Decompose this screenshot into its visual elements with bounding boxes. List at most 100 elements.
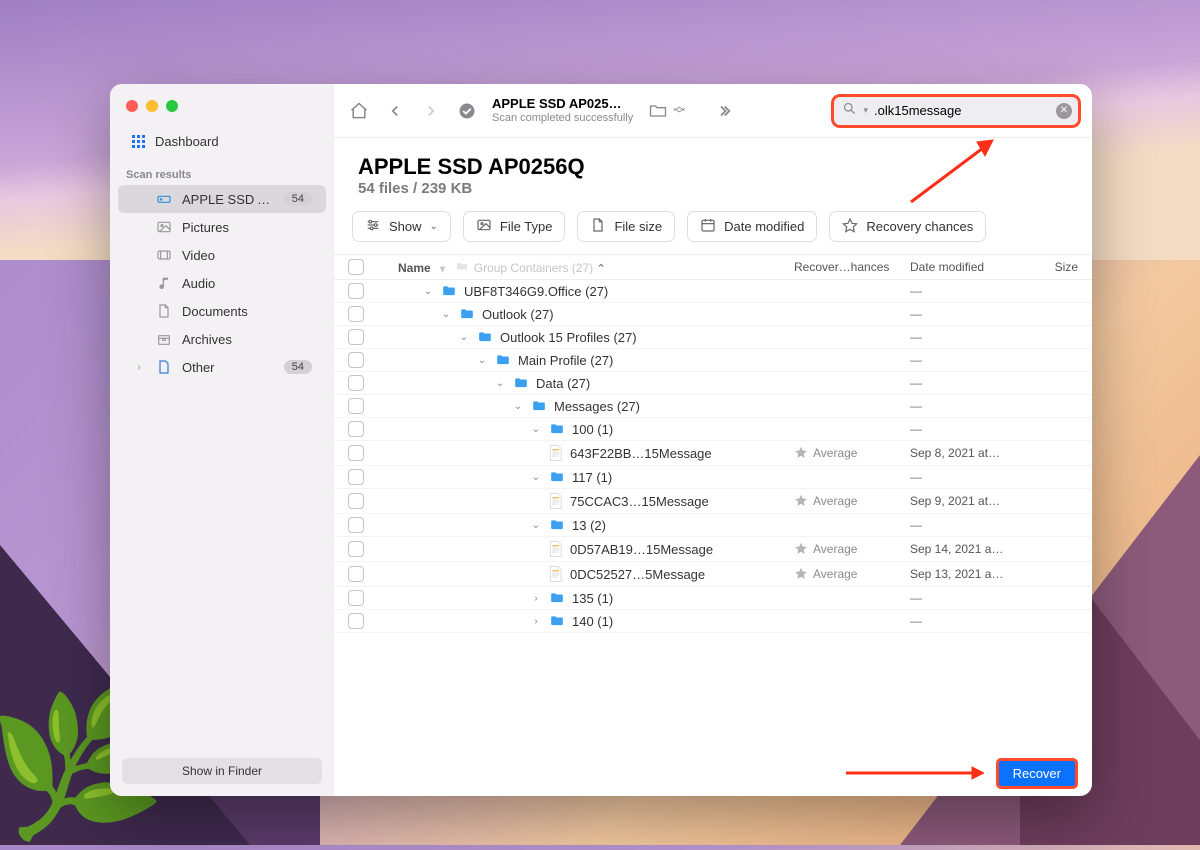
- more-icon[interactable]: [713, 100, 735, 122]
- select-all-checkbox[interactable]: [348, 259, 364, 275]
- close-icon[interactable]: [126, 100, 138, 112]
- disclosure-down-icon[interactable]: ⌄: [476, 355, 488, 366]
- disclosure-down-icon[interactable]: ⌄: [440, 309, 452, 320]
- table-row[interactable]: ⌄13 (2)—: [334, 514, 1092, 537]
- filter-show[interactable]: Show ⌄: [352, 211, 451, 242]
- clear-search-icon[interactable]: ✕: [1056, 103, 1072, 119]
- row-name: Data (27): [536, 376, 590, 391]
- table-row[interactable]: ›140 (1)—: [334, 610, 1092, 633]
- row-checkbox[interactable]: [348, 398, 364, 414]
- video-icon: [156, 247, 172, 263]
- home-icon[interactable]: [348, 100, 370, 122]
- row-checkbox[interactable]: [348, 283, 364, 299]
- footer: Recover: [334, 750, 1092, 796]
- row-name: Outlook (27): [482, 307, 554, 322]
- row-checkbox[interactable]: [348, 566, 364, 582]
- table-row[interactable]: ⌄Main Profile (27)—: [334, 349, 1092, 372]
- forward-icon[interactable]: [420, 100, 442, 122]
- row-name: Messages (27): [554, 399, 640, 414]
- row-checkbox[interactable]: [348, 613, 364, 629]
- table-row[interactable]: ⌄Outlook (27)—: [334, 303, 1092, 326]
- zoom-icon[interactable]: [166, 100, 178, 112]
- sidebar-item-video[interactable]: Video: [118, 241, 326, 269]
- filter-date[interactable]: Date modified: [687, 211, 817, 242]
- folder-icon: [458, 307, 476, 321]
- drive-icon: [156, 191, 172, 207]
- recover-button[interactable]: Recover: [996, 758, 1078, 789]
- table-row[interactable]: ⌄117 (1)—: [334, 466, 1092, 489]
- sidebar-item-label: Archives: [182, 332, 312, 347]
- row-checkbox[interactable]: [348, 590, 364, 606]
- row-checkbox[interactable]: [348, 306, 364, 322]
- table-row[interactable]: ⌄Outlook 15 Profiles (27)—: [334, 326, 1092, 349]
- row-checkbox[interactable]: [348, 517, 364, 533]
- row-checkbox[interactable]: [348, 493, 364, 509]
- table-row[interactable]: ›135 (1)—: [334, 587, 1092, 610]
- filter-file-type[interactable]: File Type: [463, 211, 566, 242]
- disclosure-right-icon[interactable]: ›: [530, 593, 542, 604]
- table-row[interactable]: 75CCAC3…15MessageAverageSep 9, 2021 at…: [334, 489, 1092, 514]
- filter-label: File Type: [500, 219, 553, 234]
- sidebar-item-doc[interactable]: Documents: [118, 297, 326, 325]
- folder-icon: [512, 376, 530, 390]
- search-input[interactable]: ▾ ✕: [834, 97, 1078, 125]
- row-checkbox[interactable]: [348, 445, 364, 461]
- table-row[interactable]: ⌄UBF8T346G9.Office (27)—: [334, 280, 1092, 303]
- folder-icon: [647, 100, 669, 122]
- column-size[interactable]: Size: [1036, 260, 1078, 274]
- sidebar-dashboard[interactable]: Dashboard: [118, 128, 326, 155]
- sidebar-item-pictures[interactable]: Pictures: [118, 213, 326, 241]
- sidebar-item-audio[interactable]: Audio: [118, 269, 326, 297]
- disclosure-down-icon[interactable]: ⌄: [530, 472, 542, 483]
- message-file-icon: [548, 492, 564, 510]
- sidebar-item-drive[interactable]: APPLE SSD AP025…54: [118, 185, 326, 213]
- disclosure-down-icon[interactable]: ⌄: [422, 286, 434, 297]
- show-in-finder-button[interactable]: Show in Finder: [122, 758, 322, 784]
- star-icon: [794, 566, 808, 583]
- sidebar-item-other[interactable]: ›Other54: [118, 353, 326, 381]
- table-row[interactable]: 0D57AB19…15MessageAverageSep 14, 2021 a…: [334, 537, 1092, 562]
- star-icon: [794, 493, 808, 510]
- row-checkbox[interactable]: [348, 375, 364, 391]
- column-date[interactable]: Date modified: [910, 260, 1036, 274]
- row-checkbox[interactable]: [348, 541, 364, 557]
- sidebar-item-arch[interactable]: Archives: [118, 325, 326, 353]
- count-badge: 54: [284, 192, 312, 206]
- row-checkbox[interactable]: [348, 329, 364, 345]
- message-file-icon: [548, 444, 564, 462]
- table-row[interactable]: 643F22BB…15MessageAverageSep 8, 2021 at…: [334, 441, 1092, 466]
- table-row[interactable]: ⌄Messages (27)—: [334, 395, 1092, 418]
- view-mode-button[interactable]: ︿﹀: [647, 100, 685, 122]
- count-badge: 54: [284, 360, 312, 374]
- table-row[interactable]: 0DC52527…5MessageAverageSep 13, 2021 a…: [334, 562, 1092, 587]
- results-list[interactable]: ⌄UBF8T346G9.Office (27)—⌄Outlook (27)—⌄O…: [334, 280, 1092, 750]
- row-checkbox[interactable]: [348, 421, 364, 437]
- table-header[interactable]: Name ▾ Group Containers (27) ⌃ Recover…h…: [334, 254, 1092, 280]
- disclosure-down-icon[interactable]: ⌄: [494, 378, 506, 389]
- row-date: —: [910, 422, 1036, 436]
- disclosure-right-icon[interactable]: ›: [530, 616, 542, 627]
- filter-file-size[interactable]: File size: [577, 211, 675, 242]
- column-recovery[interactable]: Recover…hances: [794, 260, 910, 274]
- back-icon[interactable]: [384, 100, 406, 122]
- disclosure-down-icon[interactable]: ⌄: [530, 520, 542, 531]
- sidebar-item-label: Pictures: [182, 220, 312, 235]
- search-field[interactable]: [874, 103, 1050, 118]
- table-row[interactable]: ⌄Data (27)—: [334, 372, 1092, 395]
- table-row[interactable]: ⌄100 (1)—: [334, 418, 1092, 441]
- row-date: Sep 9, 2021 at…: [910, 494, 1036, 508]
- disclosure-down-icon[interactable]: ⌄: [458, 332, 470, 343]
- chevron-down-icon[interactable]: ▾: [863, 105, 868, 116]
- disclosure-down-icon[interactable]: ⌄: [512, 401, 524, 412]
- disclosure-down-icon[interactable]: ⌄: [530, 424, 542, 435]
- column-name[interactable]: Name ▾ Group Containers (27) ⌃: [376, 260, 794, 275]
- row-checkbox[interactable]: [348, 469, 364, 485]
- arch-icon: [156, 331, 172, 347]
- filter-recovery[interactable]: Recovery chances: [829, 211, 986, 242]
- minimize-icon[interactable]: [146, 100, 158, 112]
- row-name: UBF8T346G9.Office (27): [464, 284, 608, 299]
- star-icon: [842, 217, 858, 236]
- row-checkbox[interactable]: [348, 352, 364, 368]
- row-recovery: Average: [794, 445, 910, 462]
- folder-icon: [548, 518, 566, 532]
